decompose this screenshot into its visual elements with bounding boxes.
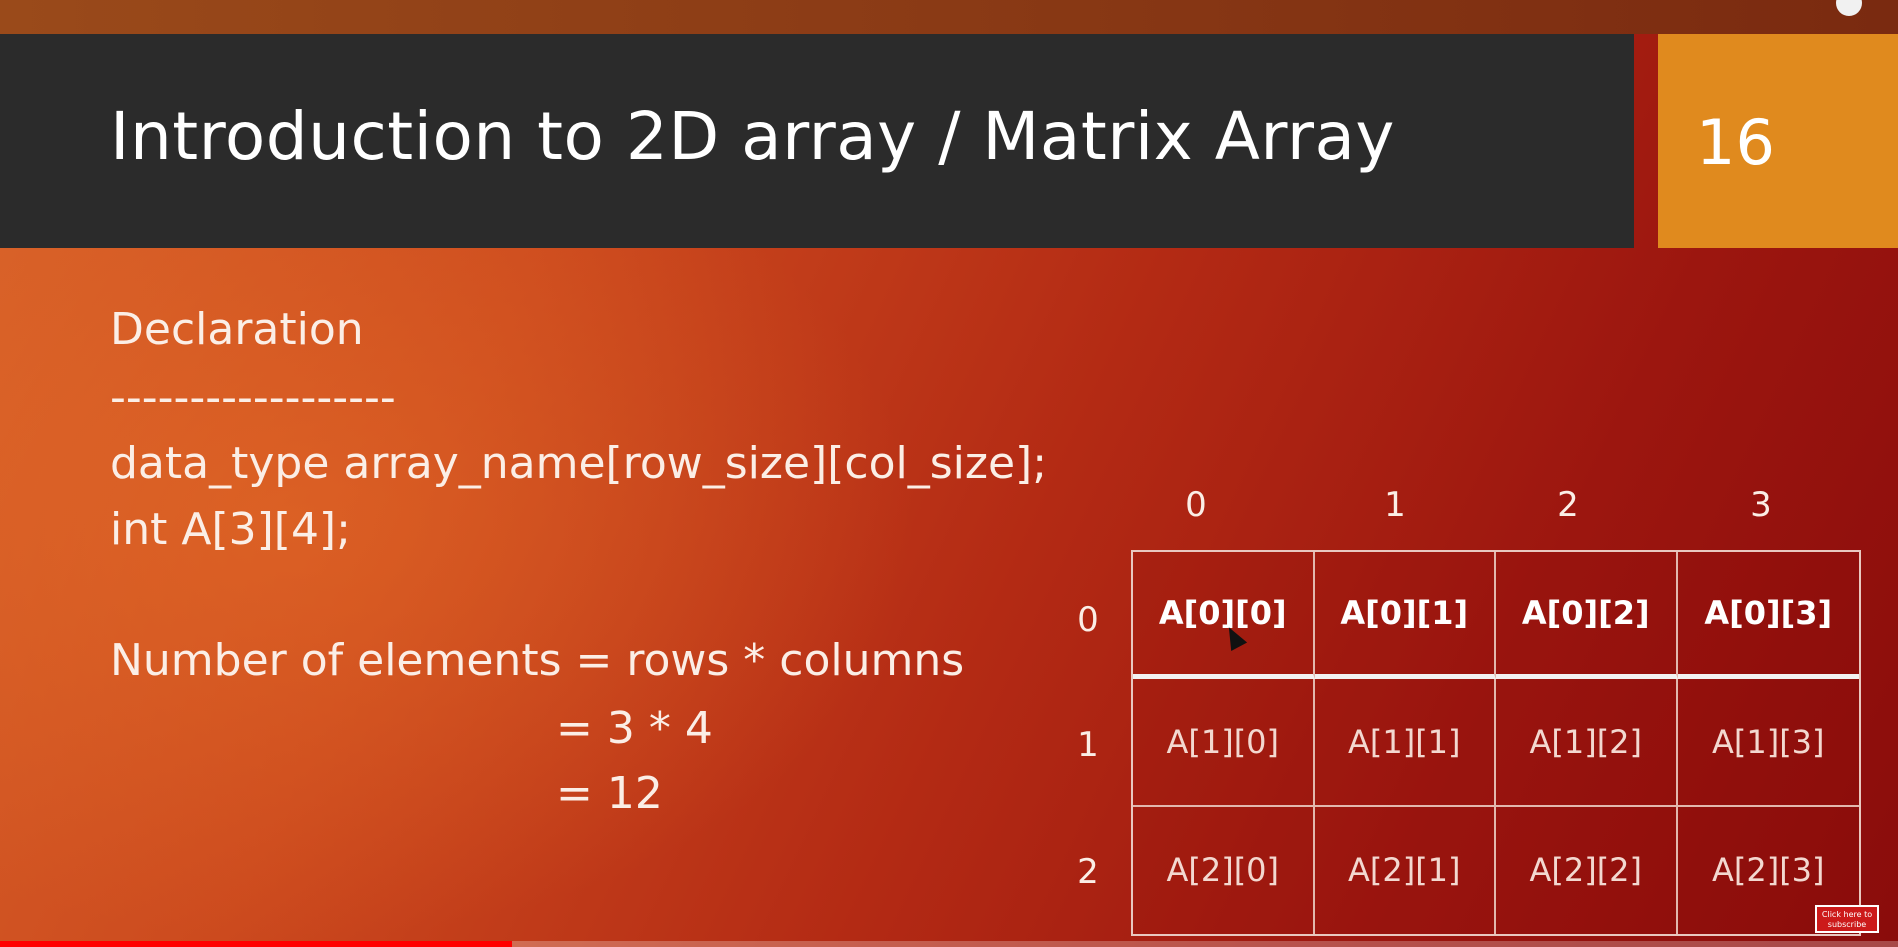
col-header-3: 3: [1750, 485, 1772, 525]
row-header-1: 1: [1077, 725, 1099, 765]
matrix-cell: A[2][0]: [1133, 806, 1315, 934]
matrix-cell: A[0][1]: [1314, 552, 1496, 680]
row-header-0: 0: [1077, 600, 1099, 640]
video-progress-fill: [0, 941, 513, 947]
subscribe-button[interactable]: Click here to subscribe: [1815, 905, 1879, 933]
top-strip: [0, 0, 1898, 34]
slide-number: 16: [1696, 106, 1775, 179]
element-count-line: Number of elements = rows * columns: [110, 635, 965, 686]
syntax-line: data_type array_name[row_size][col_size]…: [110, 438, 1048, 489]
matrix-cell: A[2][2]: [1496, 806, 1678, 934]
slide-number-box: [1658, 34, 1898, 248]
matrix-cell: A[0][2]: [1496, 552, 1678, 680]
matrix-cell: A[1][3]: [1677, 679, 1859, 807]
slide-title: Introduction to 2D array / Matrix Array: [110, 98, 1395, 175]
col-header-2: 2: [1557, 485, 1579, 525]
heading-divider: ------------------: [110, 372, 396, 423]
col-header-1: 1: [1384, 485, 1406, 525]
matrix-cell: A[1][0]: [1133, 679, 1315, 807]
channel-icon[interactable]: [1836, 0, 1862, 16]
element-count-step1: = 3 * 4: [556, 703, 713, 754]
example-line: int A[3][4];: [110, 504, 351, 555]
element-count-step2: = 12: [556, 768, 663, 819]
video-progress-bar[interactable]: [0, 941, 1898, 947]
matrix-cell: A[0][3]: [1677, 552, 1859, 680]
matrix-cell: A[2][1]: [1315, 806, 1496, 934]
row-header-2: 2: [1077, 852, 1099, 892]
col-header-0: 0: [1185, 485, 1207, 525]
matrix-cell: A[1][1]: [1314, 679, 1496, 807]
matrix-grid: A[0][0] A[0][1] A[0][2] A[0][3] A[1][0] …: [1131, 550, 1861, 936]
matrix-cell: A[0][0]: [1133, 552, 1315, 680]
declaration-heading: Declaration: [110, 304, 364, 355]
matrix-cell: A[1][2]: [1496, 679, 1678, 807]
